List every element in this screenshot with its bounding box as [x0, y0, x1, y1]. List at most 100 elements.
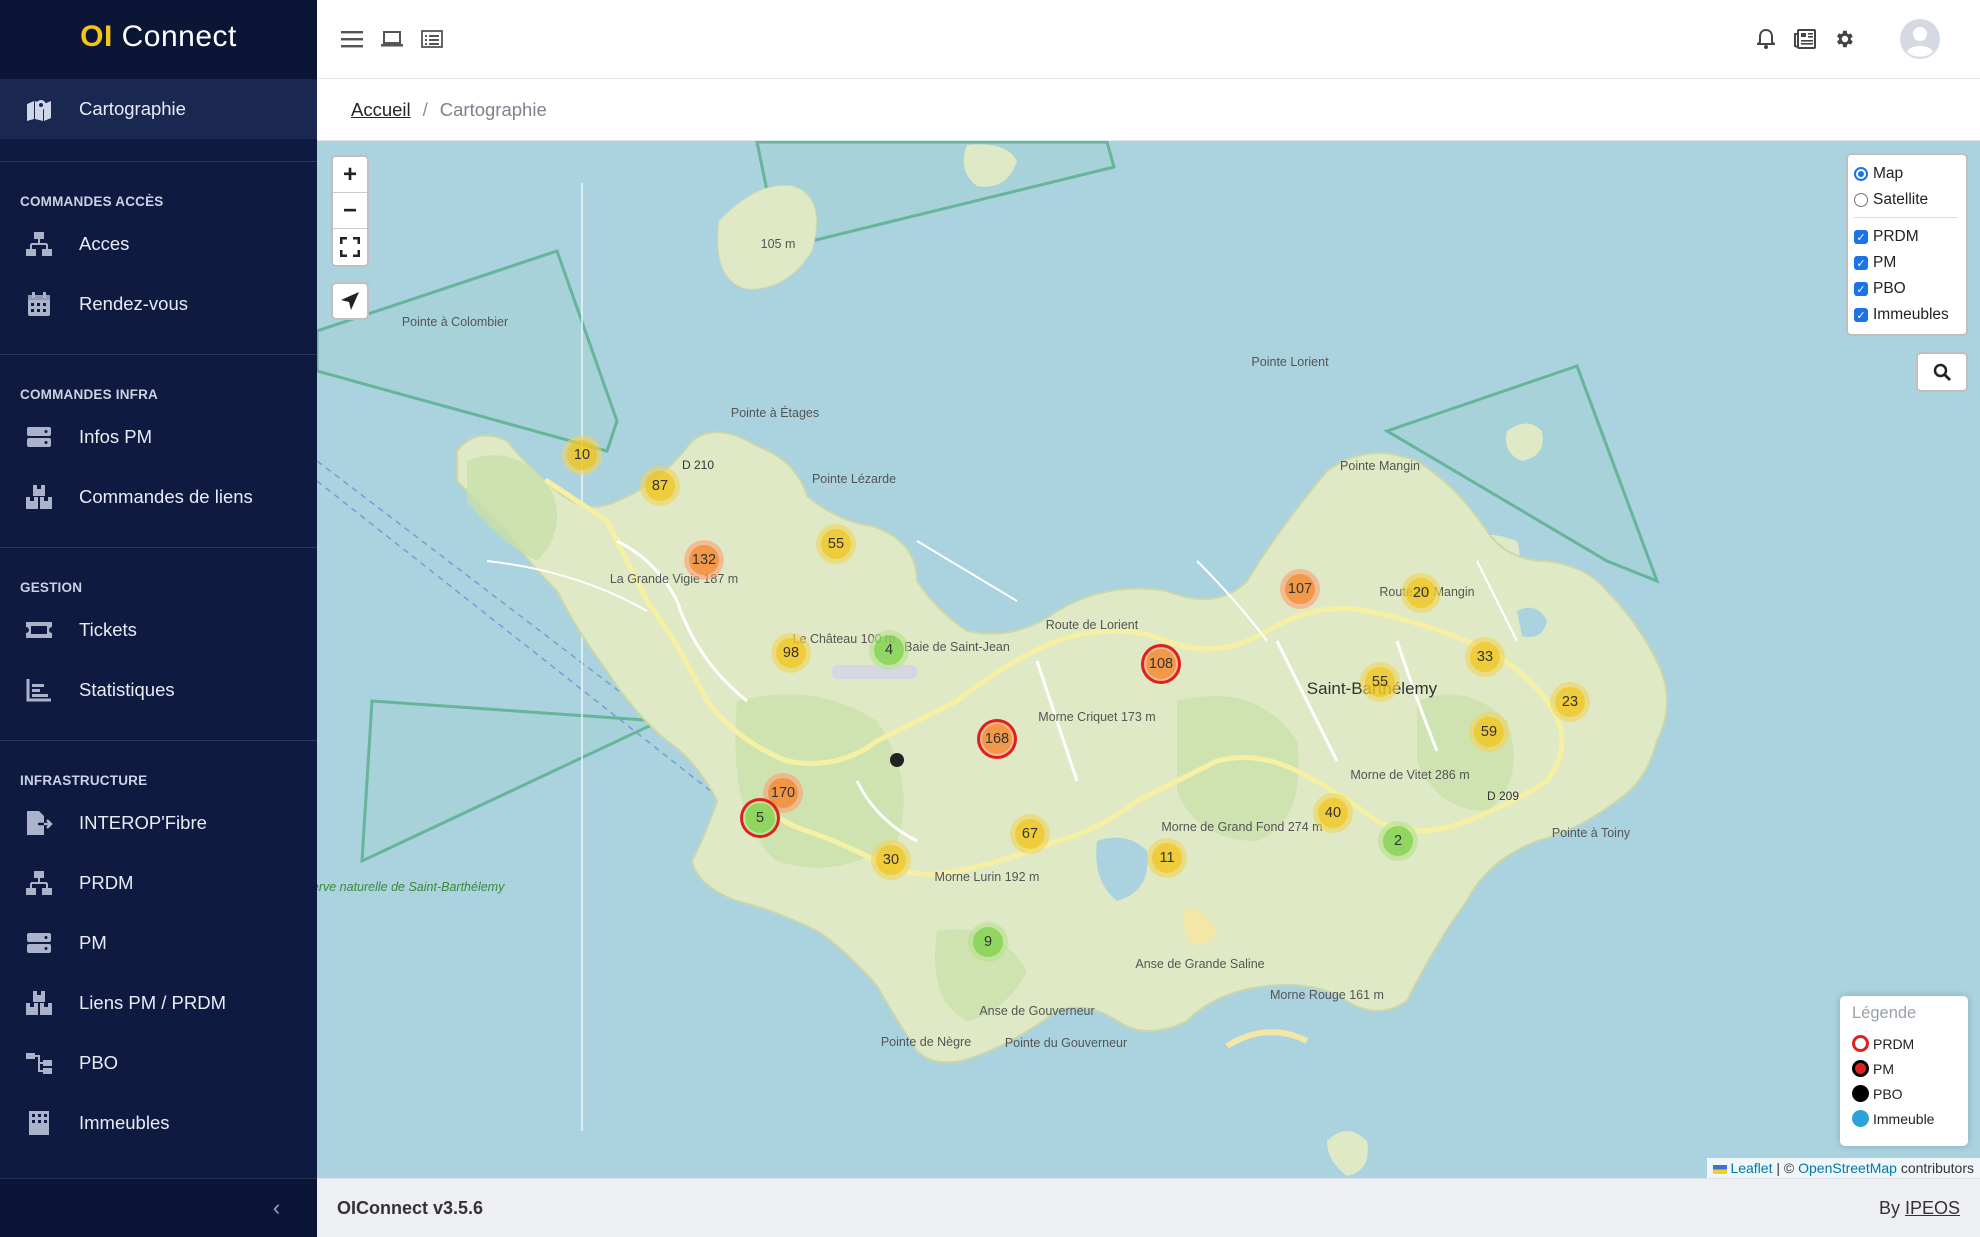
sidebar-item-label: Commandes de liens [79, 486, 253, 507]
sidebar-section-commandes-acces: COMMANDES ACCÈS Acces Rendez-vous [0, 161, 317, 334]
user-avatar-icon[interactable] [1899, 18, 1941, 60]
overlay-pbo[interactable]: ✓ PBO [1854, 276, 1958, 302]
map-label: Morne de Vitet 286 m [1350, 768, 1469, 782]
marker-cluster[interactable]: 55 [1360, 662, 1400, 702]
base-layer-satellite[interactable]: Satellite [1854, 187, 1958, 213]
map-view[interactable]: Saint-Barthélemy Pointe à Colombier Poin… [317, 141, 1980, 1178]
marker-cluster[interactable]: 11 [1147, 838, 1187, 878]
bell-icon[interactable] [1753, 26, 1779, 52]
boxes-icon [24, 988, 54, 1018]
map-label: Pointe Lézarde [812, 472, 896, 486]
osm-link[interactable]: OpenStreetMap [1798, 1160, 1897, 1176]
radio-satellite[interactable] [1854, 193, 1868, 207]
app-root: OI Connect Cartographie COMMANDES ACCÈS … [0, 0, 1980, 1237]
legend-title: Légende [1852, 1004, 1917, 1022]
checkbox-prdm[interactable]: ✓ [1854, 230, 1868, 244]
zoom-in-button[interactable]: + [333, 157, 367, 193]
cluster-count: 59 [1474, 717, 1504, 747]
sidebar-item-tickets[interactable]: Tickets [0, 600, 317, 660]
legend-label: PRDM [1873, 1035, 1915, 1052]
cluster-count: 40 [1318, 798, 1348, 828]
building-marker-icon [1852, 1110, 1869, 1127]
overlay-pm[interactable]: ✓ PM [1854, 250, 1958, 276]
checkbox-immeubles[interactable]: ✓ [1854, 308, 1868, 322]
marker-cluster[interactable]: 98 [771, 633, 811, 673]
footer: OIConnect v3.5.6 By IPEOS [317, 1178, 1980, 1237]
overlay-immeubles[interactable]: ✓ Immeubles [1854, 302, 1958, 328]
overlay-prdm[interactable]: ✓ PRDM [1854, 224, 1958, 250]
marker-cluster[interactable]: 168 [977, 719, 1017, 759]
marker-cluster[interactable]: 23 [1550, 682, 1590, 722]
ukraine-flag-icon [1712, 1164, 1727, 1174]
marker-cluster[interactable]: 87 [640, 466, 680, 506]
checkbox-pbo[interactable]: ✓ [1854, 282, 1868, 296]
checkbox-pm[interactable]: ✓ [1854, 256, 1868, 270]
marker-cluster[interactable]: 10 [562, 435, 602, 475]
map-legend: Légende PRDM PM PBO Immeuble [1840, 996, 1968, 1146]
sidebar-section-title: GESTION [20, 580, 83, 595]
reserve-zone-southwest [360, 699, 666, 864]
sidebar-item-interop-fibre[interactable]: INTEROP'Fibre [0, 793, 317, 853]
zoom-out-button[interactable]: − [333, 193, 367, 229]
cluster-count: 168 [982, 724, 1012, 754]
search-icon [1933, 363, 1951, 381]
marker-cluster[interactable]: 108 [1141, 644, 1181, 684]
map-search-button[interactable] [1916, 352, 1968, 392]
attribution-sep: | © [1776, 1160, 1795, 1176]
list-icon[interactable] [419, 26, 445, 52]
sidebar-item-cartographie[interactable]: Cartographie [0, 79, 317, 139]
sidebar-item-infos-pm[interactable]: Infos PM [0, 407, 317, 467]
cluster-count: 55 [1365, 667, 1395, 697]
sidebar-collapse-button[interactable]: ‹ [0, 1178, 317, 1237]
leaflet-link[interactable]: Leaflet [1730, 1160, 1772, 1176]
chevron-left-icon: ‹ [272, 1195, 281, 1220]
base-layer-map[interactable]: Map [1854, 161, 1958, 187]
cluster-count: 10 [567, 440, 597, 470]
sidebar-item-liens-pm-prdm[interactable]: Liens PM / PRDM [0, 973, 317, 1033]
brand-logo[interactable]: OI Connect [0, 0, 317, 79]
marker-cluster[interactable]: 20 [1401, 573, 1441, 613]
marker-cluster[interactable]: 67 [1010, 814, 1050, 854]
map-label: Route de Lorient [1046, 618, 1139, 632]
sidebar-item-statistiques[interactable]: Statistiques [0, 660, 317, 720]
layer-label: PRDM [1873, 228, 1919, 245]
ipeos-link[interactable]: IPEOS [1905, 1198, 1960, 1218]
ring-marker-icon [1852, 1035, 1869, 1052]
sidebar-item-acces[interactable]: Acces [0, 214, 317, 274]
marker-cluster[interactable]: 4 [869, 630, 909, 670]
sidebar-item-immeubles[interactable]: Immeubles [0, 1093, 317, 1153]
sidebar-item-commandes-de-liens[interactable]: Commandes de liens [0, 467, 317, 527]
marker-cluster[interactable]: 55 [816, 524, 856, 564]
sidebar-item-pbo[interactable]: PBO [0, 1033, 317, 1093]
marker-cluster[interactable]: 33 [1465, 637, 1505, 677]
newspaper-icon[interactable] [1792, 26, 1818, 52]
locate-button[interactable] [331, 282, 369, 320]
sidebar-item-prdm[interactable]: PRDM [0, 853, 317, 913]
marker-cluster[interactable]: 40 [1313, 793, 1353, 833]
cluster-count: 132 [689, 545, 719, 575]
marker-cluster[interactable]: 30 [871, 840, 911, 880]
map-label: Anse de Gouverneur [979, 1004, 1094, 1018]
radio-map[interactable] [1854, 167, 1868, 181]
marker-cluster[interactable]: 132 [684, 540, 724, 580]
laptop-icon[interactable] [379, 26, 405, 52]
sidebar-item-label: PRDM [79, 872, 134, 893]
footer-credit: By IPEOS [1879, 1198, 1960, 1219]
sidebar-item-rendez-vous[interactable]: Rendez-vous [0, 274, 317, 334]
menu-icon[interactable] [339, 26, 365, 52]
fullscreen-button[interactable] [333, 229, 367, 265]
marker-cluster[interactable]: 2 [1378, 821, 1418, 861]
breadcrumb-home-link[interactable]: Accueil [351, 99, 411, 121]
gear-icon[interactable] [1831, 26, 1857, 52]
network-icon [24, 868, 54, 898]
network-icon [24, 229, 54, 259]
sidebar-section-infrastructure: INFRASTRUCTURE INTEROP'Fibre PRDM PM Lie… [0, 740, 317, 1153]
legend-item-immeuble: Immeuble [1852, 1106, 1956, 1131]
marker-cluster[interactable]: 9 [968, 922, 1008, 962]
map-label: Baie de Saint-Jean [904, 640, 1010, 654]
sidebar-item-pm[interactable]: PM [0, 913, 317, 973]
cluster-count: 9 [973, 927, 1003, 957]
marker-cluster[interactable]: 5 [740, 798, 780, 838]
marker-cluster[interactable]: 107 [1280, 569, 1320, 609]
marker-cluster[interactable]: 59 [1469, 712, 1509, 752]
